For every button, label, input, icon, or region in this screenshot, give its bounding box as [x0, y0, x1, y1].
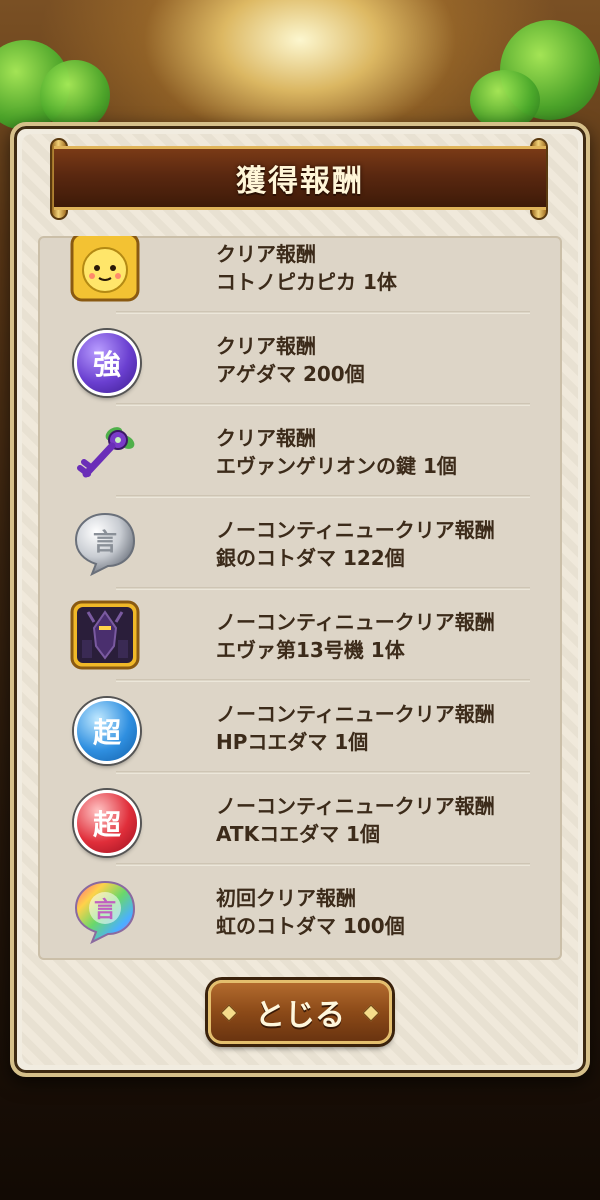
agedama-strength-orb-icon: 強 — [74, 330, 140, 396]
orb-glyph: 強 — [92, 348, 121, 381]
reward-item: HPコエダマ 1個 — [216, 730, 369, 754]
reward-category: ノーコンティニュークリア報酬 — [216, 518, 495, 542]
reward-row: クリア報酬 エヴァンゲリオンの鍵 1個 — [38, 408, 562, 500]
reward-list[interactable]: クリア報酬 コトノピカピカ 1体 強 クリア報酬 アゲダマ 200個 クリア報酬… — [38, 236, 562, 960]
button-gem-right — [362, 1004, 380, 1022]
reward-row: 超 ノーコンティニュークリア報酬 ATKコエダマ 1個 — [38, 776, 562, 868]
reward-item: 虹のコトダマ 100個 — [216, 914, 405, 938]
character-kotonopikapika-icon — [70, 236, 140, 302]
reward-row: 言 ノーコンティニュークリア報酬 銀のコトダマ 122個 — [38, 500, 562, 592]
reward-item: 銀のコトダマ 122個 — [216, 546, 405, 570]
button-gem-left — [220, 1004, 238, 1022]
row-divider — [116, 863, 530, 866]
clover-decoration-right-2 — [470, 70, 540, 130]
reward-category: 初回クリア報酬 — [216, 886, 356, 910]
reward-row: ノーコンティニュークリア報酬 エヴァ第13号機 1体 — [38, 592, 562, 684]
reward-row: クリア報酬 コトノピカピカ 1体 — [38, 236, 562, 316]
close-button[interactable]: とじる — [208, 980, 392, 1044]
row-divider — [116, 587, 530, 590]
row-divider — [116, 311, 530, 314]
reward-item: アゲダマ 200個 — [216, 362, 365, 386]
clover-decoration-left-2 — [40, 60, 110, 130]
reward-item: コトノピカピカ 1体 — [216, 270, 397, 294]
reward-category: ノーコンティニュークリア報酬 — [216, 610, 495, 634]
character-eva-unit-13-icon — [70, 600, 140, 670]
reward-item: エヴァンゲリオンの鍵 1個 — [216, 454, 457, 478]
row-divider — [116, 495, 530, 498]
rainbow-kotodama-icon: 言 — [70, 876, 140, 946]
reward-item: エヴァ第13号機 1体 — [216, 638, 405, 662]
reward-category: クリア報酬 — [216, 334, 316, 358]
orb-glyph: 超 — [92, 808, 121, 841]
svg-text:言: 言 — [94, 897, 116, 923]
reward-category: ノーコンティニュークリア報酬 — [216, 794, 495, 818]
row-divider — [116, 403, 530, 406]
row-divider — [116, 679, 530, 682]
orb-glyph: 超 — [92, 716, 121, 749]
silver-kotodama-icon: 言 — [70, 508, 140, 578]
reward-category: ノーコンティニュークリア報酬 — [216, 702, 495, 726]
row-divider — [116, 771, 530, 774]
svg-text:言: 言 — [93, 528, 117, 556]
close-button-label: とじる — [255, 998, 345, 1033]
hp-koedama-orb-icon: 超 — [74, 698, 140, 764]
evangelion-key-icon — [70, 416, 140, 486]
dialog-title: 獲得報酬 — [236, 164, 364, 199]
reward-category: クリア報酬 — [216, 426, 316, 450]
reward-item: ATKコエダマ 1個 — [216, 822, 380, 846]
reward-row: 言 初回クリア報酬 虹のコトダマ 100個 — [38, 868, 562, 960]
dialog-title-banner: 獲得報酬 — [54, 146, 546, 210]
reward-category: クリア報酬 — [216, 242, 316, 266]
atk-koedama-orb-icon: 超 — [74, 790, 140, 856]
reward-row: 超 ノーコンティニュークリア報酬 HPコエダマ 1個 — [38, 684, 562, 776]
reward-row: 強 クリア報酬 アゲダマ 200個 — [38, 316, 562, 408]
